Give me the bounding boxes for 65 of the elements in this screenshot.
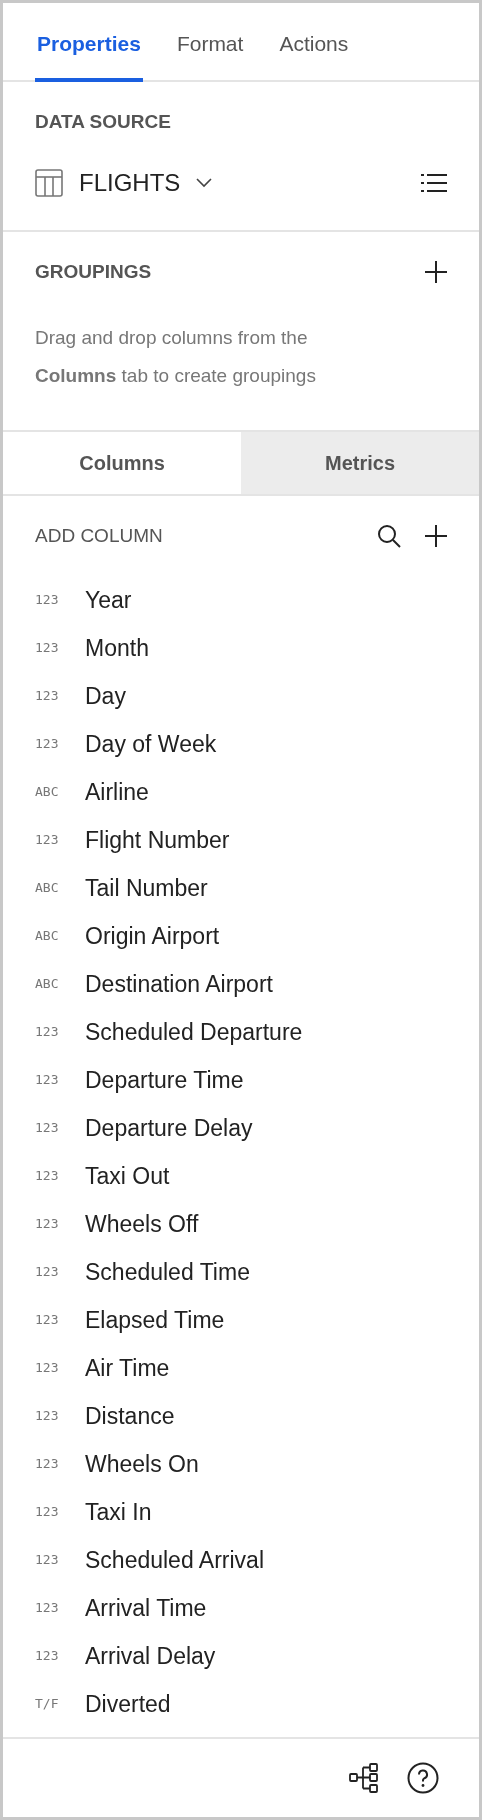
- column-name[interactable]: Day of Week: [85, 726, 217, 762]
- number-type-label: 123: [35, 831, 60, 850]
- column-name[interactable]: Taxi Out: [85, 1158, 170, 1194]
- number-type-label: 123: [35, 735, 60, 754]
- column-name[interactable]: Scheduled Departure: [85, 1014, 303, 1050]
- tab[interactable]: Metrics: [241, 432, 479, 494]
- number-type-label: 123: [35, 1455, 60, 1474]
- number-type-label: 123: [35, 1071, 60, 1090]
- data-source-dropdown[interactable]: FLIGHTS: [79, 164, 213, 201]
- column-name[interactable]: Month: [85, 630, 149, 666]
- column-name[interactable]: Departure Delay: [85, 1110, 253, 1146]
- text-type-label: ABC: [35, 975, 60, 994]
- hierarchy-icon[interactable]: [349, 1763, 379, 1793]
- column-name[interactable]: Day: [85, 678, 126, 714]
- add-icon[interactable]: [425, 261, 447, 284]
- column-name[interactable]: Elapsed Time: [85, 1302, 225, 1338]
- boolean-type-label: T/F: [35, 1695, 60, 1714]
- column-name[interactable]: Flight Number: [85, 822, 230, 858]
- column-name[interactable]: Diverted: [85, 1686, 171, 1722]
- hint-text: Drag and drop columns from the Columns tab to create groupings: [35, 325, 317, 388]
- text-type-label: ABC: [35, 783, 60, 802]
- text-type-label: ABC: [35, 879, 60, 898]
- number-type-label: 123: [35, 1215, 60, 1234]
- column-name[interactable]: Departure Time: [85, 1062, 244, 1098]
- section-heading: DATA SOURCE: [35, 110, 172, 134]
- column-name[interactable]: Distance: [85, 1398, 175, 1434]
- number-type-label: 123: [35, 687, 60, 706]
- tab[interactable]: Actions: [277, 3, 351, 82]
- column-name[interactable]: Arrival Delay: [85, 1638, 216, 1674]
- column-name[interactable]: Taxi In: [85, 1494, 152, 1530]
- column-name[interactable]: Scheduled Arrival: [85, 1542, 264, 1578]
- section-heading: GROUPINGS: [35, 260, 152, 284]
- column-name[interactable]: Wheels Off: [85, 1206, 199, 1242]
- tab[interactable]: Properties: [35, 3, 143, 82]
- add-icon[interactable]: [425, 525, 447, 547]
- column-name[interactable]: Arrival Time: [85, 1590, 207, 1626]
- number-type-label: 123: [35, 1551, 60, 1570]
- number-type-label: 123: [35, 1359, 60, 1378]
- table-icon: [35, 168, 63, 197]
- help-icon[interactable]: [407, 1762, 439, 1794]
- number-type-label: 123: [35, 1407, 60, 1426]
- caret-icon: [196, 177, 213, 188]
- tab[interactable]: Format: [174, 3, 246, 82]
- number-type-label: 123: [35, 1167, 60, 1186]
- text-type-label: ABC: [35, 927, 60, 946]
- number-type-label: 123: [35, 1023, 60, 1042]
- number-type-label: 123: [35, 1599, 60, 1618]
- column-name[interactable]: Air Time: [85, 1350, 170, 1386]
- column-name[interactable]: Tail Number: [85, 870, 208, 906]
- column-name[interactable]: Scheduled Time: [85, 1254, 250, 1290]
- column-name[interactable]: Year: [85, 582, 132, 618]
- column-name[interactable]: Wheels On: [85, 1446, 199, 1482]
- number-type-label: 123: [35, 1503, 60, 1522]
- column-name[interactable]: Origin Airport: [85, 918, 220, 954]
- column-name[interactable]: Airline: [85, 774, 149, 810]
- search-icon[interactable]: [377, 524, 401, 548]
- add-column-label: ADD COLUMN: [35, 523, 163, 548]
- list-icon[interactable]: [421, 172, 447, 193]
- number-type-label: 123: [35, 639, 60, 658]
- number-type-label: 123: [35, 1119, 60, 1138]
- number-type-label: 123: [35, 591, 60, 610]
- column-name[interactable]: Destination Airport: [85, 966, 273, 1002]
- number-type-label: 123: [35, 1311, 60, 1330]
- number-type-label: 123: [35, 1647, 60, 1666]
- number-type-label: 123: [35, 1263, 60, 1282]
